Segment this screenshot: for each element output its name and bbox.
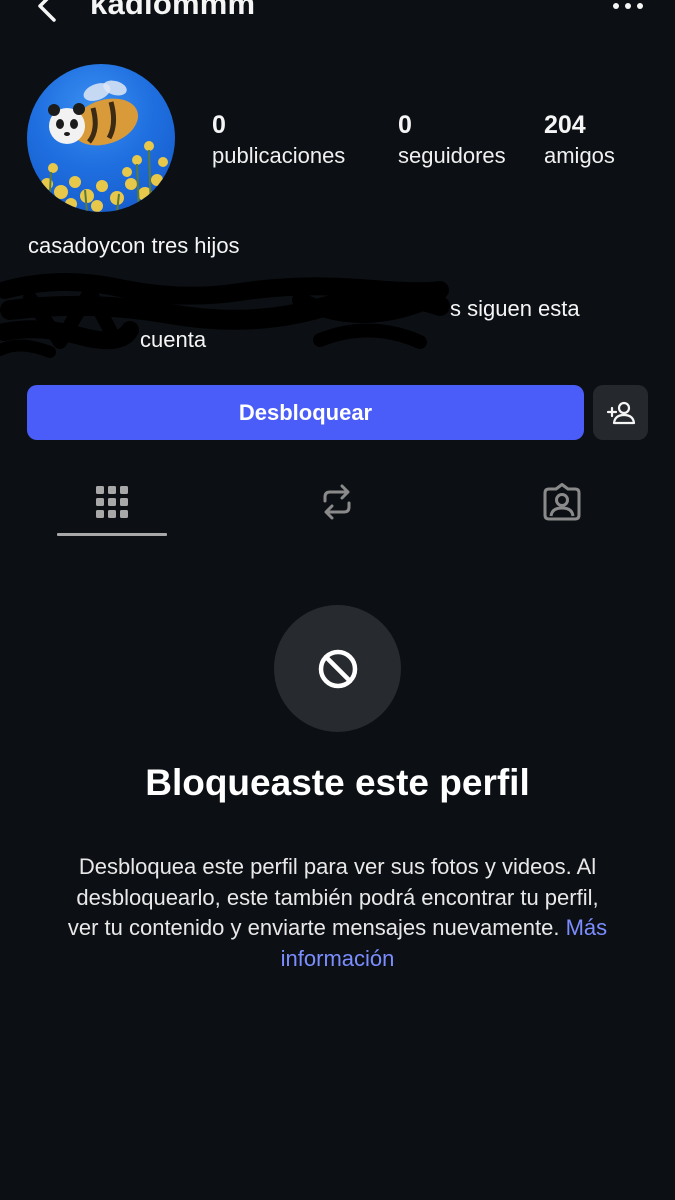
tagged-person-icon [543,483,581,521]
more-options-button[interactable] [611,0,645,18]
mutual-followers[interactable]: s siguen esta cuenta [0,270,675,370]
profile-username: kadlommm [90,0,256,21]
back-button[interactable] [28,0,68,32]
repost-icon [323,484,351,520]
profile-tabs [0,470,675,540]
redaction-scribble [0,272,450,358]
stat-posts: 0 publicaciones [212,110,345,172]
profile-avatar[interactable] [27,64,175,212]
followers-count: 0 [398,111,412,139]
unblock-button[interactable]: Desbloquear [27,385,584,440]
block-icon [318,649,357,688]
profile-screen: kadlommm 0 publicaciones 0 seguidores 20… [0,0,675,1200]
avatar-image [35,80,168,212]
person-add-icon [606,401,635,424]
blocked-title: Bloqueaste este perfil [145,762,530,803]
stat-followers[interactable]: 0 seguidores [398,110,506,172]
chevron-left-icon [38,0,56,22]
blocked-description: Desbloquea este perfil para ver sus foto… [67,854,599,940]
grid-icon [96,486,128,518]
active-tab-indicator [57,533,167,536]
add-friend-button[interactable] [593,385,648,440]
tab-tagged[interactable] [507,470,617,534]
friends-label: amigos [544,143,615,168]
stat-friends[interactable]: 204 amigos [544,110,615,172]
profile-bio: casadoycon tres hijos [28,233,240,258]
ellipsis-icon [613,3,643,9]
tab-reposts[interactable] [282,470,392,534]
tab-posts-grid[interactable] [57,470,167,534]
blocked-description-block: Desbloquea este perfil para ver sus foto… [60,852,615,974]
blocked-icon-container [274,605,401,732]
posts-count: 0 [212,111,226,139]
top-bar: kadlommm [0,0,675,34]
friends-count: 204 [544,111,586,139]
followers-label: seguidores [398,143,506,168]
posts-label: publicaciones [212,143,346,168]
